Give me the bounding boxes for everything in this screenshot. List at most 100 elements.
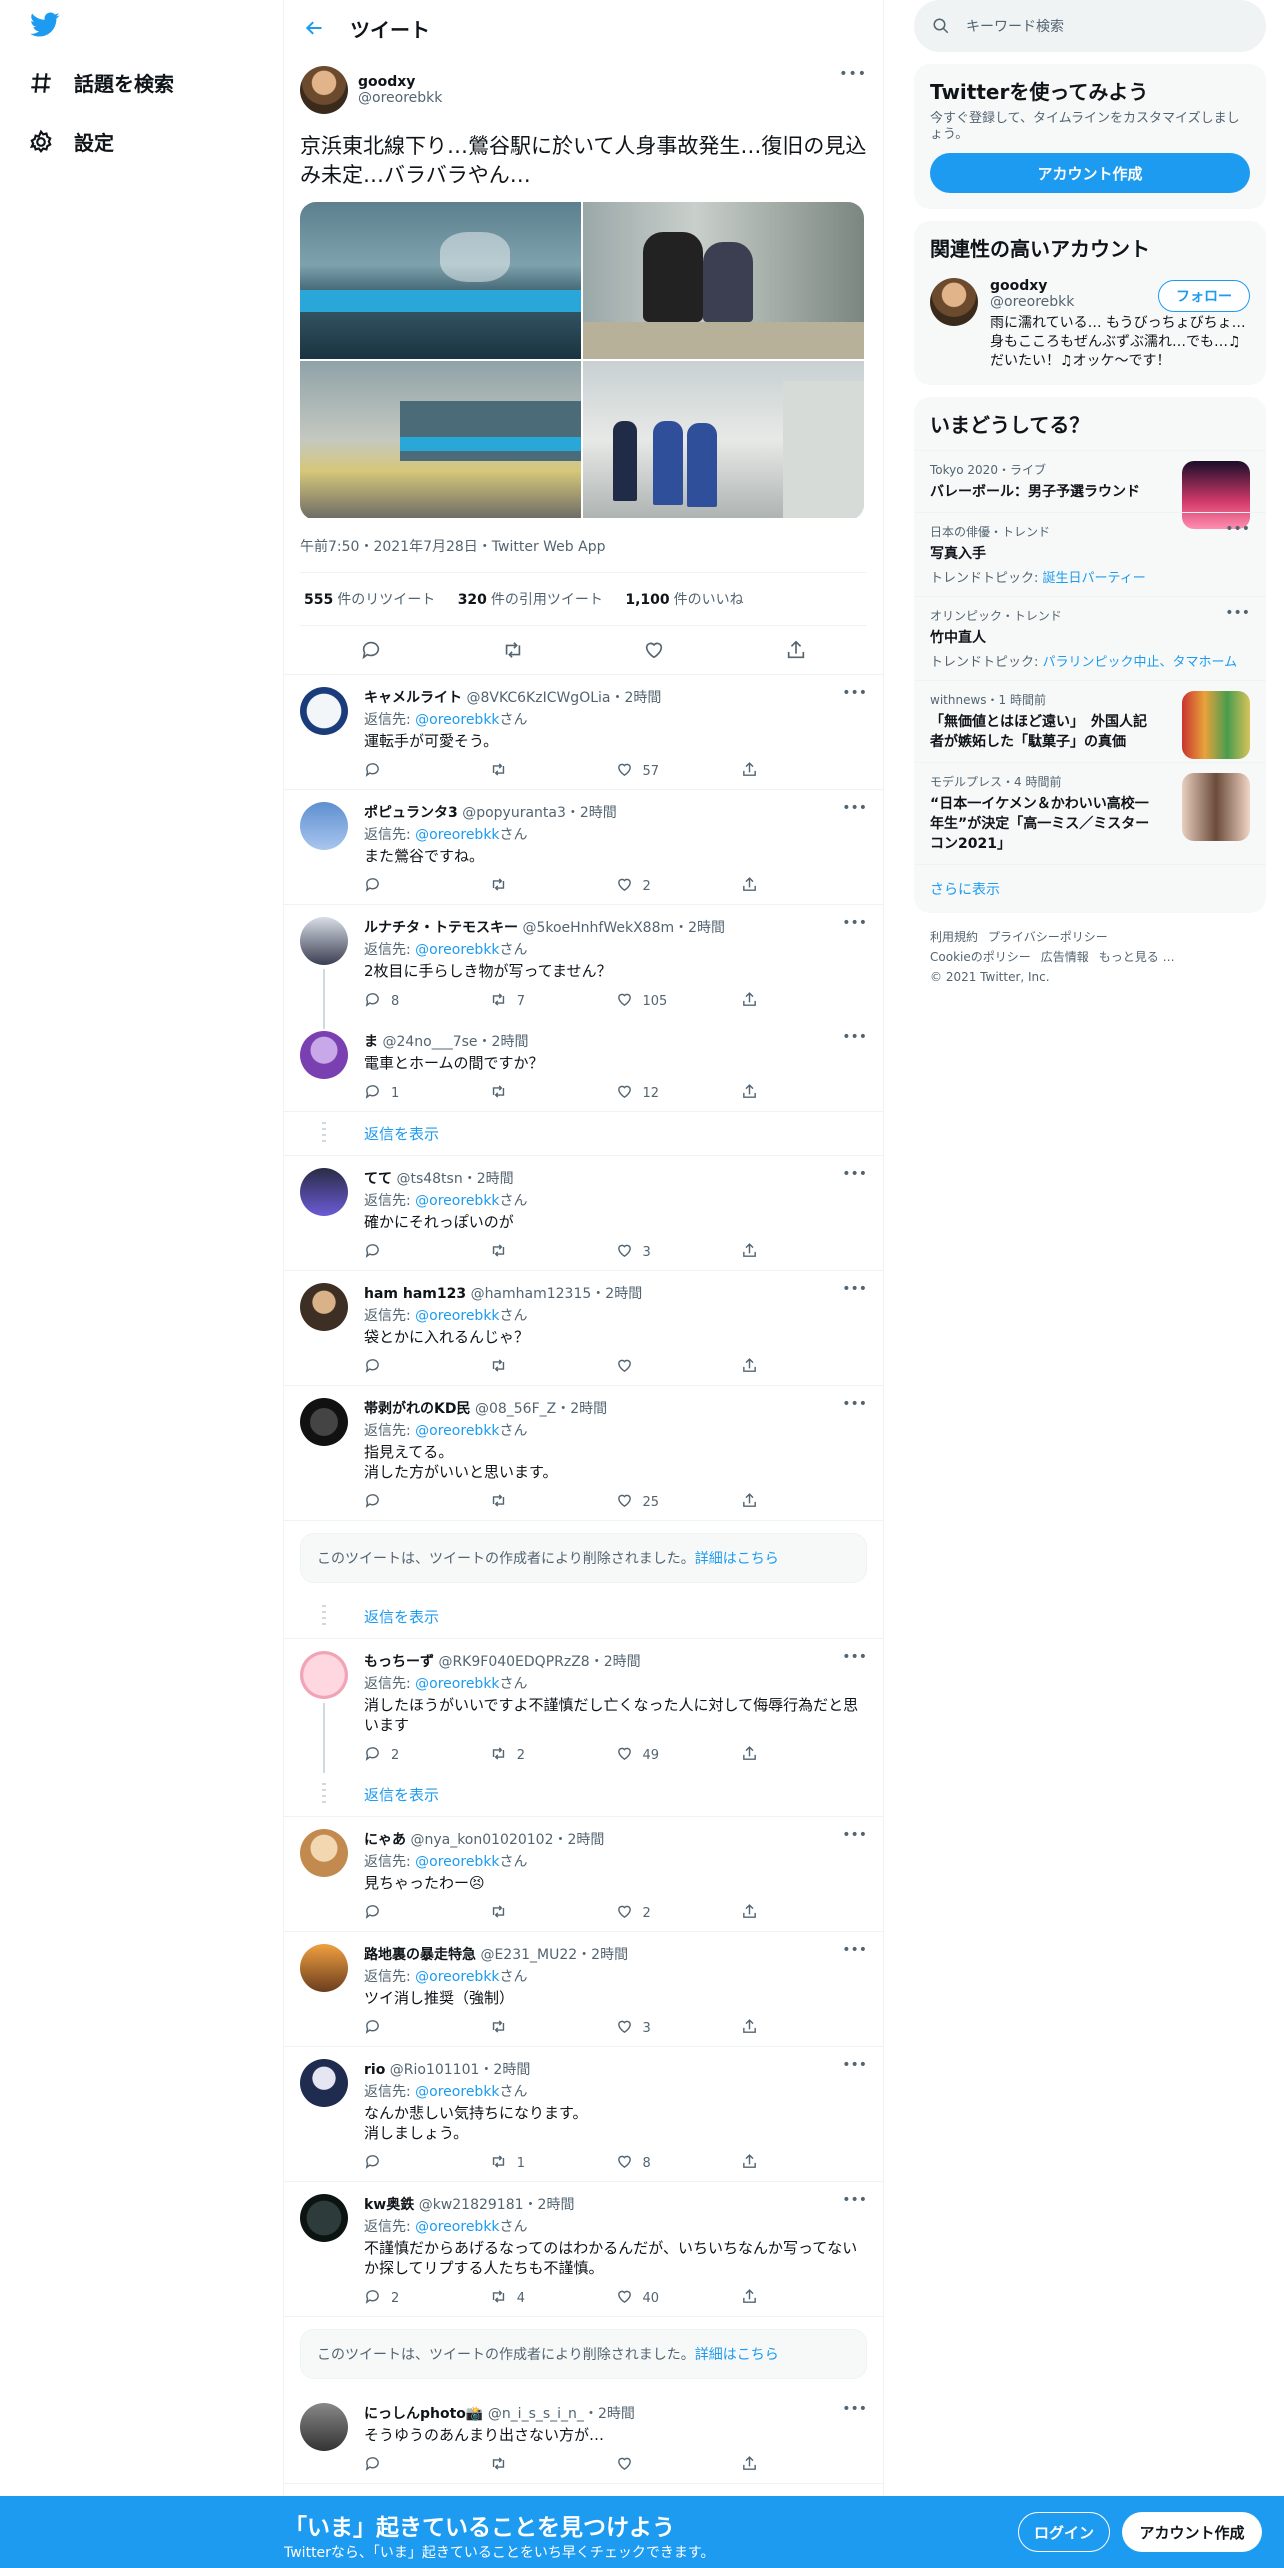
deleted-details-link[interactable]: 詳細はこちら <box>695 2347 779 2363</box>
retweet-button[interactable]: 7 <box>490 991 616 1012</box>
avatar[interactable] <box>300 687 348 735</box>
reply-author-name[interactable]: 路地裏の暴走特急 <box>364 1947 476 1963</box>
reply-tweet[interactable]: もっちーず @RK9F040EDQPRzZ8・2時間 ••• 返信先: @oreor… <box>284 1639 883 1773</box>
replying-to-link[interactable]: @oreorebkk <box>415 2084 499 2100</box>
share-button[interactable] <box>741 2455 867 2476</box>
reply-tweet[interactable]: ham ham123 @hamham12315・2時間 ••• 返信先: @oreo… <box>284 1271 883 1386</box>
reply-tweet[interactable]: 路地裏の暴走特急 @E231_MU22・2時間 ••• 返信先: @oreorebk… <box>284 1932 883 2047</box>
show-replies-link[interactable]: 返信を表示 <box>284 1112 883 1156</box>
avatar[interactable] <box>300 1283 348 1331</box>
more-icon[interactable]: ••• <box>842 1281 867 1297</box>
retweet-button[interactable] <box>490 876 616 897</box>
replying-to-link[interactable]: @oreorebkk <box>415 942 499 958</box>
reply-button[interactable] <box>364 761 490 782</box>
nav-settings[interactable]: 設定 <box>28 127 114 156</box>
replying-to-link[interactable]: @oreorebkk <box>415 1854 499 1870</box>
like-button[interactable]: 57 <box>616 761 742 782</box>
retweet-button[interactable] <box>490 1242 616 1263</box>
reply-author-handle[interactable]: @8VKC6KzICWgOLia <box>466 690 610 706</box>
ads-link[interactable]: 広告情報 <box>1041 950 1089 964</box>
replying-to-link[interactable]: @oreorebkk <box>415 1193 499 1209</box>
reply-time[interactable]: 2時間 <box>570 1401 607 1417</box>
reply-author-name[interactable]: ham ham123 <box>364 1286 466 1302</box>
reply-time[interactable]: 2時間 <box>538 2197 575 2213</box>
reply-author-handle[interactable]: @n_i_s_s_i_n_ <box>488 2406 584 2422</box>
reply-author-handle[interactable]: @popyuranta3 <box>462 805 566 821</box>
more-icon[interactable]: ••• <box>839 66 867 82</box>
like-button[interactable]: 12 <box>616 1083 742 1104</box>
reply-author-handle[interactable]: @nya_kon01020102 <box>410 1832 553 1848</box>
reply-button[interactable]: 2 <box>364 1745 490 1766</box>
reply-tweet[interactable]: ポピュランタ3 @popyuranta3・2時間 ••• 返信先: @oreoreb… <box>284 790 883 905</box>
trend-item[interactable]: オリンピック・トレンド 竹中直人 トレンドトピック: パラリンピック中止、タマホーム… <box>914 596 1266 680</box>
more-icon[interactable]: ••• <box>842 685 867 701</box>
reply-button[interactable] <box>364 1357 490 1378</box>
reply-tweet[interactable]: ルナチタ・トテモスキー @5koeHnhfWekX88m・2時間 ••• 返信先: … <box>284 905 883 1019</box>
twitter-logo-icon[interactable] <box>30 12 60 42</box>
avatar[interactable] <box>300 2059 348 2107</box>
like-button[interactable]: 2 <box>616 876 742 897</box>
more-icon[interactable]: ••• <box>842 915 867 931</box>
avatar[interactable] <box>300 1651 348 1699</box>
reply-button[interactable] <box>364 876 490 897</box>
trend-topic-link[interactable]: パラリンピック中止、タマホーム <box>1043 655 1238 670</box>
replying-to-link[interactable]: @oreorebkk <box>415 827 499 843</box>
more-icon[interactable]: ••• <box>842 2057 867 2073</box>
retweet-button[interactable]: 2 <box>490 1745 616 1766</box>
reply-author-name[interactable]: rio <box>364 2062 385 2078</box>
replying-to-link[interactable]: @oreorebkk <box>415 712 499 728</box>
author-handle[interactable]: @oreorebkk <box>358 90 442 106</box>
more-icon[interactable]: ••• <box>842 1029 867 1045</box>
reply-time[interactable]: 2時間 <box>477 1171 514 1187</box>
retweet-button[interactable] <box>490 1492 616 1513</box>
reply-author-name[interactable]: ルナチタ・トテモスキー <box>364 920 518 936</box>
reply-button[interactable] <box>364 1903 490 1924</box>
like-button[interactable]: 25 <box>616 1492 742 1513</box>
reply-button[interactable] <box>364 2153 490 2174</box>
like-button[interactable]: 3 <box>616 2018 742 2039</box>
reply-author-handle[interactable]: @kw21829181 <box>419 2197 524 2213</box>
like-icon[interactable] <box>643 639 665 661</box>
cookie-link[interactable]: Cookieのポリシー <box>930 950 1031 964</box>
more-icon[interactable]: ••• <box>842 1649 867 1665</box>
reply-author-handle[interactable]: @E231_MU22 <box>480 1947 577 1963</box>
reply-button[interactable] <box>364 1242 490 1263</box>
share-button[interactable] <box>741 2288 867 2309</box>
search-box[interactable]: キーワード検索 <box>914 0 1266 52</box>
more-icon[interactable]: ••• <box>842 2192 867 2208</box>
like-stat[interactable]: 1,100 件のいいね <box>625 592 743 608</box>
retweet-button[interactable]: 4 <box>490 2288 616 2309</box>
reply-tweet[interactable]: 帯剥がれのKD民 @08_56F_Z・2時間 ••• 返信先: @oreorebkk… <box>284 1386 883 1521</box>
reply-author-name[interactable]: キャメルライト <box>364 690 462 706</box>
more-icon[interactable]: ••• <box>1225 521 1250 537</box>
reply-author-handle[interactable]: @Rio101101 <box>390 2062 480 2078</box>
replying-to-link[interactable]: @oreorebkk <box>415 1423 499 1439</box>
reply-tweet[interactable]: キャメルライト @8VKC6KzICWgOLia・2時間 ••• 返信先: @ore… <box>284 675 883 790</box>
more-icon[interactable]: ••• <box>1225 605 1250 621</box>
photo-3[interactable] <box>300 361 581 518</box>
reply-tweet[interactable]: にっしんphoto📸 @n_i_s_s_i_n_・2時間 ••• そうゆうのあんまり… <box>284 2391 883 2484</box>
reply-button[interactable] <box>364 2455 490 2476</box>
reply-time[interactable]: 2時間 <box>568 1832 605 1848</box>
reply-time[interactable]: 2時間 <box>580 805 617 821</box>
like-button[interactable]: 105 <box>616 991 742 1012</box>
like-button[interactable]: 2 <box>616 1903 742 1924</box>
nav-explore[interactable]: 話題を検索 <box>28 68 174 97</box>
replying-to-link[interactable]: @oreorebkk <box>415 1969 499 1985</box>
privacy-link[interactable]: プライバシーポリシー <box>988 930 1108 944</box>
retweet-button[interactable] <box>490 1083 616 1104</box>
reply-author-handle[interactable]: @24no___7se <box>382 1034 477 1050</box>
reply-author-handle[interactable]: @5koeHnhfWekX88m <box>522 920 674 936</box>
author-name[interactable]: goodxy <box>358 74 442 90</box>
reply-tweet[interactable]: rio @Rio101101・2時間 ••• 返信先: @oreorebkkさん なん… <box>284 2047 883 2182</box>
share-icon[interactable] <box>785 639 807 661</box>
share-button[interactable] <box>741 1357 867 1378</box>
reply-author-name[interactable]: にゃあ <box>364 1832 406 1848</box>
show-replies-link[interactable]: 返信を表示 <box>284 1595 883 1639</box>
quote-stat[interactable]: 320 件の引用ツイート <box>458 592 603 608</box>
share-button[interactable] <box>741 991 867 1012</box>
reply-button[interactable]: 1 <box>364 1083 490 1104</box>
trend-topic-link[interactable]: 誕生日パーティー <box>1043 571 1146 586</box>
reply-tweet[interactable]: kw奥鉄 @kw21829181・2時間 ••• 返信先: @oreorebkkさん… <box>284 2182 883 2317</box>
more-icon[interactable]: ••• <box>842 2401 867 2417</box>
